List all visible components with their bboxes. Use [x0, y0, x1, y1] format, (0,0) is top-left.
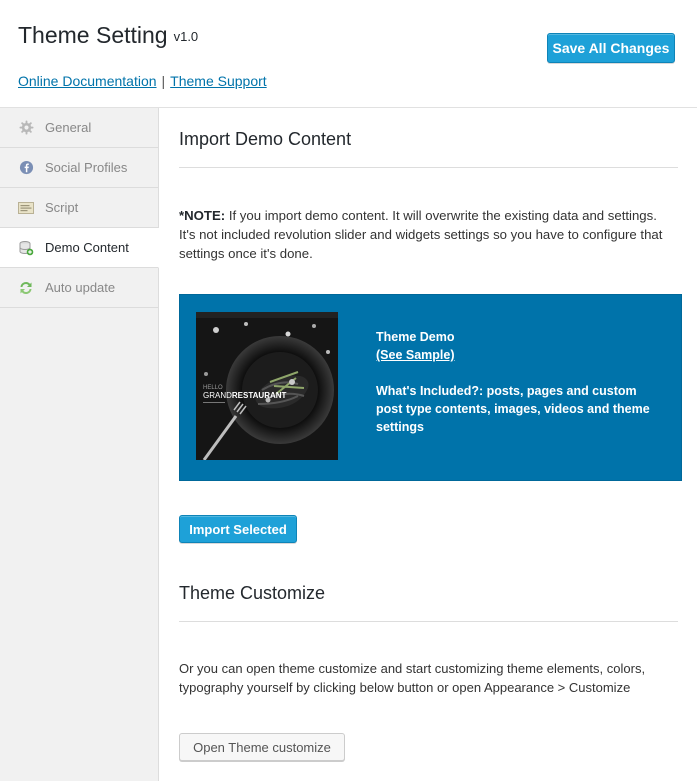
sidebar-item-auto-update[interactable]: Auto update: [0, 268, 158, 308]
customize-description: Or you can open theme customize and star…: [179, 661, 646, 695]
facebook-icon: [18, 160, 34, 176]
save-all-changes-button[interactable]: Save All Changes: [547, 33, 675, 63]
import-selected-button[interactable]: Import Selected: [179, 515, 297, 543]
sidebar-item-label: Social Profiles: [45, 160, 128, 175]
thumb-brand-text: GRANDRESTAURANT: [203, 391, 287, 400]
sidebar-item-general[interactable]: General: [0, 108, 158, 148]
divider: [179, 167, 678, 168]
note-label: *NOTE:: [179, 208, 226, 223]
database-icon: [18, 240, 34, 256]
thumb-brand-light: GRAND: [203, 391, 232, 400]
thumb-brand-bold: RESTAURANT: [232, 391, 287, 400]
sidebar: General Social Profiles Script Demo Cont…: [0, 108, 159, 781]
demo-thumbnail: HELLO GRANDRESTAURANT: [196, 312, 338, 460]
online-documentation-link[interactable]: Online Documentation: [18, 73, 157, 89]
gear-icon: [18, 120, 34, 136]
import-note: *NOTE: If you import demo content. It wi…: [179, 206, 674, 263]
see-sample-link[interactable]: (See Sample): [376, 348, 455, 362]
sidebar-item-label: Auto update: [45, 280, 116, 295]
sidebar-item-label: Demo Content: [45, 240, 129, 255]
demo-info: Theme Demo (See Sample) What's Included?…: [376, 328, 666, 436]
refresh-icon: [18, 280, 34, 296]
import-demo-title: Import Demo Content: [179, 129, 352, 149]
page-title-text: Theme Setting: [18, 22, 168, 48]
sidebar-item-label: General: [45, 120, 92, 135]
theme-support-link[interactable]: Theme Support: [170, 73, 267, 89]
version-label: v1.0: [173, 29, 199, 44]
divider: [179, 621, 678, 622]
sidebar-item-label: Script: [45, 200, 79, 215]
theme-demo-card[interactable]: HELLO GRANDRESTAURANT Theme Demo (See Sa…: [179, 294, 682, 481]
theme-demo-title: Theme Demo: [376, 330, 455, 344]
theme-customize-title: Theme Customize: [179, 583, 326, 603]
script-icon: [18, 200, 34, 216]
page-title: Theme Setting v1.0: [18, 22, 198, 49]
sidebar-item-demo-content[interactable]: Demo Content: [0, 228, 159, 268]
open-theme-customize-button[interactable]: Open Theme customize: [179, 733, 345, 761]
main-content: Import Demo Content *NOTE: If you import…: [159, 108, 697, 781]
header: Theme Setting v1.0 Online Documentation | T…: [0, 0, 697, 108]
whats-included-text: What's Included?: posts, pages and custo…: [376, 384, 650, 434]
sidebar-item-script[interactable]: Script: [0, 188, 158, 228]
note-text: If you import demo content. It will over…: [179, 208, 663, 261]
header-links: Online Documentation | Theme Support: [18, 73, 267, 89]
sidebar-item-social-profiles[interactable]: Social Profiles: [0, 148, 158, 188]
link-separator: |: [161, 73, 166, 89]
